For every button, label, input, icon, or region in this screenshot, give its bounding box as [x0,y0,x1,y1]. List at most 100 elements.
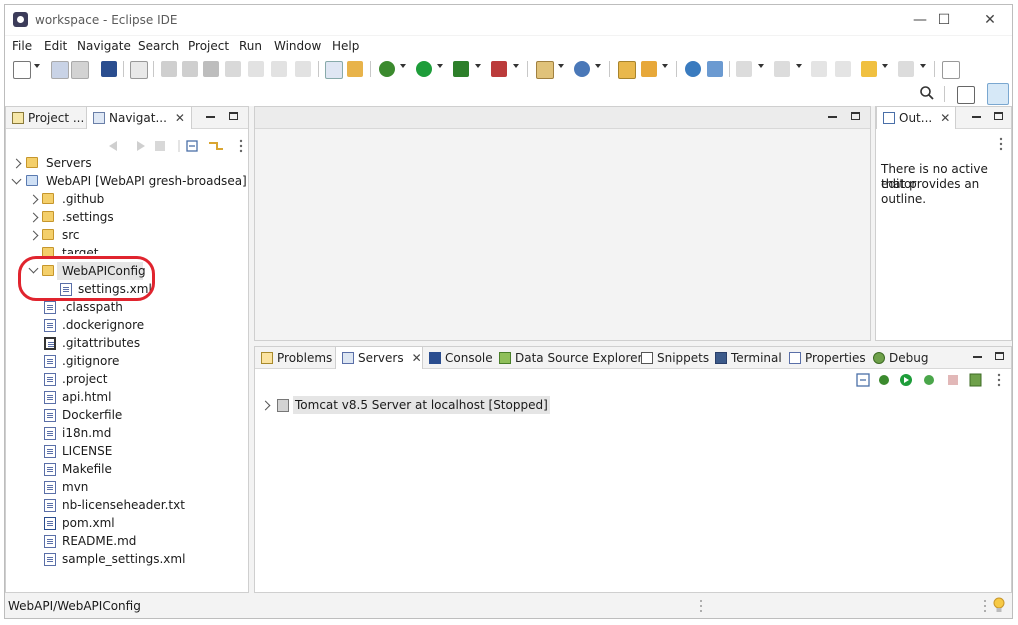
new-project-dropdown-icon[interactable] [558,64,564,68]
new-file-icon[interactable] [13,61,31,79]
previous-annotation-dropdown-icon[interactable] [796,64,802,68]
tree-item-readme[interactable]: README.md [62,532,136,550]
close-tab-icon[interactable]: ✕ [412,347,422,369]
tree-item-sample-settings[interactable]: sample_settings.xml [62,550,185,568]
minimize-editor-icon[interactable] [828,116,837,118]
tree-item-license[interactable]: LICENSE [62,442,112,460]
lightbulb-icon[interactable] [993,597,1005,614]
maximize-button[interactable]: ☐ [924,10,964,30]
close-tab-icon[interactable]: ✕ [940,107,950,129]
tab-navigator[interactable]: Navigat... ✕ [86,107,192,129]
globe-icon[interactable] [685,61,701,77]
pin-editor-icon[interactable] [942,61,960,79]
tree-item-webapi[interactable]: WebAPI [WebAPI gresh-broadsea] [46,172,247,190]
tree-item-servers[interactable]: Servers [46,154,92,172]
maximize-panel-icon[interactable] [229,112,238,120]
menu-run[interactable]: Run [239,39,262,53]
tree-item-gitattributes[interactable]: .gitattributes [62,334,140,352]
run-external-icon[interactable] [491,61,507,77]
tree-item-api-html[interactable]: api.html [62,388,111,406]
coverage-dropdown-icon[interactable] [475,64,481,68]
search-task-icon[interactable] [707,61,723,77]
maximize-panel-icon[interactable] [995,352,1004,360]
close-tab-icon[interactable]: ✕ [175,107,185,129]
tab-data-source-explorer[interactable]: Data Source Explorer [493,347,642,369]
tab-terminal[interactable]: Terminal [709,347,783,369]
tab-problems[interactable]: Problems [255,347,335,369]
tree-item-target[interactable]: target [62,244,99,254]
tree-item-nb-licenseheader[interactable]: nb-licenseheader.txt [62,496,185,514]
tree-item-pom-xml[interactable]: pom.xml [62,514,115,532]
menu-file[interactable]: File [12,39,32,53]
server-row[interactable]: Tomcat v8.5 Server at localhost [Stopped… [255,396,1011,415]
tree-item-i18n[interactable]: i18n.md [62,424,111,442]
external-dropdown-icon[interactable] [513,64,519,68]
terminate-icon[interactable] [203,61,219,77]
tab-snippets[interactable]: Snippets [635,347,709,369]
external-tools-icon[interactable] [347,61,363,77]
view-menu-icon[interactable] [998,137,1004,151]
tab-servers[interactable]: Servers ✕ [335,347,423,369]
tree-item-makefile[interactable]: Makefile [62,460,112,478]
close-window-button[interactable]: ✕ [970,10,1010,30]
open-perspective-icon[interactable] [957,86,975,104]
tree-item-github[interactable]: .github [62,190,104,208]
tree-item-gitignore[interactable]: .gitignore [62,352,119,370]
back-history-icon[interactable] [835,61,851,77]
tree-item-src[interactable]: src [62,226,80,244]
minimize-panel-icon[interactable] [972,116,981,118]
use-step-filters-icon[interactable] [325,61,343,79]
last-edit-icon[interactable] [811,61,827,77]
back-dropdown-icon[interactable] [882,64,888,68]
coverage-icon[interactable] [453,61,469,77]
tab-project-explorer[interactable]: Project ... [6,107,86,129]
tab-properties[interactable]: Properties [783,347,867,369]
debug-dropdown-icon[interactable] [400,64,406,68]
open-task-icon[interactable] [641,61,657,77]
tree-item-mvn[interactable]: mvn [62,478,88,496]
next-annotation-icon[interactable] [736,61,752,77]
tree-item-settings-folder[interactable]: .settings [62,208,114,226]
java-ee-perspective-icon[interactable] [987,83,1009,105]
menu-window[interactable]: Window [274,39,321,53]
server-entry-label[interactable]: Tomcat v8.5 Server at localhost [Stopped… [293,396,550,414]
step-into-icon[interactable] [248,61,264,77]
new-dropdown-icon[interactable] [34,64,40,68]
maximize-panel-icon[interactable] [994,112,1003,120]
open-type-icon[interactable] [618,61,636,79]
disconnect-icon[interactable] [225,61,241,77]
tab-outline[interactable]: Out... ✕ [876,107,956,129]
terminal-icon[interactable] [101,61,117,77]
suspend-icon[interactable] [182,61,198,77]
next-annotation-dropdown-icon[interactable] [758,64,764,68]
chevron-right-icon[interactable] [260,400,271,411]
tree-item-project[interactable]: .project [62,370,107,388]
menu-navigate[interactable]: Navigate [77,39,131,53]
new-project-icon[interactable] [536,61,554,79]
run-dropdown-icon[interactable] [437,64,443,68]
back-icon[interactable] [861,61,877,77]
search-icon[interactable] [919,85,935,101]
forward-dropdown-icon[interactable] [920,64,926,68]
tab-debug[interactable]: Debug [867,347,929,369]
menu-search[interactable]: Search [138,39,179,53]
tree-item-dockerignore[interactable]: .dockerignore [62,316,144,334]
skip-breakpoints-icon[interactable] [130,61,148,79]
save-all-icon[interactable] [71,61,89,79]
menu-edit[interactable]: Edit [44,39,67,53]
maximize-editor-icon[interactable] [851,112,860,120]
run-icon[interactable] [416,61,432,77]
new-class-dropdown-icon[interactable] [595,64,601,68]
step-return-icon[interactable] [295,61,311,77]
tab-console[interactable]: Console [423,347,493,369]
new-class-icon[interactable] [574,61,590,77]
tree-item-dockerfile[interactable]: Dockerfile [62,406,122,424]
forward-icon[interactable] [898,61,914,77]
minimize-panel-icon[interactable] [206,116,215,118]
minimize-panel-icon[interactable] [973,356,982,358]
step-over-icon[interactable] [271,61,287,77]
open-task-dropdown-icon[interactable] [662,64,668,68]
resume-icon[interactable] [161,61,177,77]
menu-help[interactable]: Help [332,39,359,53]
save-icon[interactable] [51,61,69,79]
